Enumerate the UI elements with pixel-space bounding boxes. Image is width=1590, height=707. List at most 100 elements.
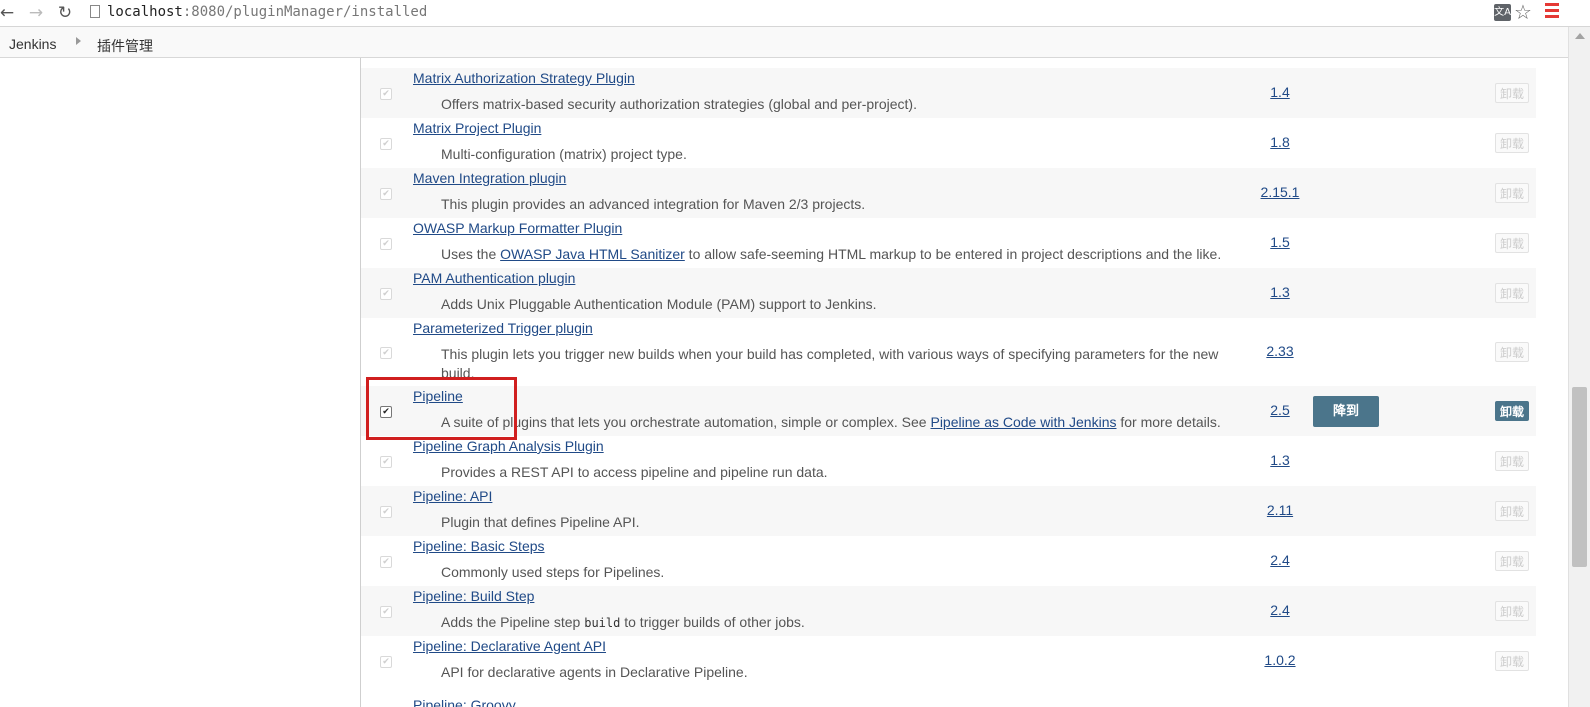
enable-checkbox[interactable]: ✔	[380, 347, 392, 359]
plugin-version-link[interactable]: 1.3	[1241, 284, 1319, 300]
address-bar[interactable]: localhost:8080/pluginManager/installed	[84, 2, 1484, 22]
description-text: Plugin that defines Pipeline API.	[441, 514, 640, 530]
description-code: build	[584, 616, 621, 630]
plugin-row: ✔ PAM Authentication plugin Adds Unix Pl…	[361, 268, 1536, 318]
uninstall-button[interactable]: 卸载	[1495, 83, 1529, 103]
plugin-version-link[interactable]: 1.0.2	[1241, 652, 1319, 668]
bookmark-star-icon[interactable]: ☆	[1514, 0, 1532, 24]
uninstall-button[interactable]: 卸载	[1495, 601, 1529, 621]
description-text-after: to allow safe-seeming HTML markup to be …	[684, 246, 1222, 262]
description-text: Provides a REST API to access pipeline a…	[441, 464, 828, 480]
uninstall-button[interactable]: 卸载	[1495, 342, 1529, 362]
plugin-description: A suite of plugins that lets you orchest…	[441, 413, 1271, 432]
installed-plugins-table: ✔ Matrix Authorization Strategy Plugin O…	[361, 68, 1536, 686]
uninstall-button[interactable]: 卸载	[1495, 401, 1529, 421]
plugin-version-link[interactable]: 2.4	[1241, 552, 1319, 568]
enable-checkbox[interactable]: ✔	[380, 138, 392, 150]
enable-checkbox[interactable]: ✔	[380, 188, 392, 200]
forward-icon[interactable]: →	[25, 2, 47, 24]
enable-checkbox[interactable]: ✔	[380, 88, 392, 100]
plugin-description: Commonly used steps for Pipelines.	[441, 563, 1231, 582]
breadcrumb-separator-icon[interactable]	[76, 37, 81, 45]
scrollbar-thumb[interactable]	[1572, 387, 1587, 567]
description-link[interactable]: Pipeline as Code with Jenkins	[930, 414, 1116, 430]
plugin-name-link[interactable]: Pipeline: Declarative Agent API	[413, 638, 606, 654]
enable-checkbox[interactable]: ✔	[380, 506, 392, 518]
uninstall-button[interactable]: 卸载	[1495, 551, 1529, 571]
plugin-name-link[interactable]: PAM Authentication plugin	[413, 270, 575, 286]
plugin-description: Offers matrix-based security authorizati…	[441, 95, 1231, 114]
uninstall-button[interactable]: 卸载	[1495, 651, 1529, 671]
plugin-description: Multi-configuration (matrix) project typ…	[441, 145, 1231, 164]
plugin-name-link[interactable]: Matrix Authorization Strategy Plugin	[413, 70, 635, 86]
browser-toolbar: ← → ↻ localhost:8080/pluginManager/insta…	[0, 0, 1590, 27]
uninstall-button[interactable]: 卸载	[1495, 501, 1529, 521]
description-text: Adds Unix Pluggable Authentication Modul…	[441, 296, 877, 312]
breadcrumb: Jenkins 插件管理	[0, 27, 1568, 58]
plugin-row: ✔ Matrix Authorization Strategy Plugin O…	[361, 68, 1536, 118]
back-icon[interactable]: ←	[0, 2, 18, 24]
plugin-name-link[interactable]: OWASP Markup Formatter Plugin	[413, 220, 622, 236]
downgrade-button[interactable]: 降到	[1313, 396, 1379, 427]
annotation-highlight-box	[366, 377, 517, 440]
plugin-row: ✔ Pipeline Graph Analysis Plugin Provide…	[361, 436, 1536, 486]
plugin-name-link[interactable]: Maven Integration plugin	[413, 170, 566, 186]
plugin-name-link[interactable]: Pipeline: Basic Steps	[413, 538, 545, 554]
enable-checkbox[interactable]: ✔	[380, 456, 392, 468]
plugin-version-link[interactable]: 2.11	[1241, 502, 1319, 518]
description-text: This plugin provides an advanced integra…	[441, 196, 866, 212]
plugin-row: ✔ Maven Integration plugin This plugin p…	[361, 168, 1536, 218]
description-text-after: for more details.	[1116, 414, 1221, 430]
description-link[interactable]: OWASP Java HTML Sanitizer	[500, 246, 685, 262]
uninstall-button[interactable]: 卸载	[1495, 133, 1529, 153]
breadcrumb-plugin-manager[interactable]: 插件管理	[97, 36, 153, 56]
uninstall-button[interactable]: 卸载	[1495, 233, 1529, 253]
description-text-after: to trigger builds of other jobs.	[620, 614, 805, 630]
enable-checkbox[interactable]: ✔	[380, 288, 392, 300]
plugin-version-link[interactable]: 1.5	[1241, 234, 1319, 250]
page-icon	[90, 5, 100, 18]
vertical-scrollbar[interactable]	[1568, 27, 1590, 707]
plugin-name-link-partial[interactable]: Pipeline: Groovy	[413, 692, 516, 707]
plugin-version-link[interactable]: 2.5	[1241, 402, 1319, 418]
reload-icon[interactable]: ↻	[54, 2, 76, 24]
enable-checkbox[interactable]: ✔	[380, 656, 392, 668]
description-text: This plugin lets you trigger new builds …	[441, 346, 1219, 381]
description-text: Adds the Pipeline step	[441, 614, 585, 630]
plugin-description: Plugin that defines Pipeline API.	[441, 513, 1231, 532]
plugin-row-pipeline: ✔ Pipeline A suite of plugins that lets …	[361, 386, 1536, 436]
plugin-description: Uses the OWASP Java HTML Sanitizer to al…	[441, 245, 1271, 264]
plugin-description: This plugin provides an advanced integra…	[441, 195, 1231, 214]
partial-previous-row	[361, 58, 1536, 67]
plugin-row: ✔ Pipeline: Build Step Adds the Pipeline…	[361, 586, 1536, 636]
url-path: :8080/pluginManager/installed	[182, 4, 428, 20]
plugin-version-link[interactable]: 1.3	[1241, 452, 1319, 468]
plugin-version-link[interactable]: 2.15.1	[1241, 184, 1319, 200]
enable-checkbox[interactable]: ✔	[380, 556, 392, 568]
plugin-version-link[interactable]: 2.4	[1241, 602, 1319, 618]
browser-menu-icon[interactable]	[1545, 3, 1559, 21]
plugin-version-link[interactable]: 1.4	[1241, 84, 1319, 100]
url-host: localhost	[107, 4, 183, 20]
breadcrumb-jenkins[interactable]: Jenkins	[9, 36, 56, 52]
uninstall-button[interactable]: 卸载	[1495, 283, 1529, 303]
plugin-version-link[interactable]: 2.33	[1241, 343, 1319, 359]
plugin-row: ✔ OWASP Markup Formatter Plugin Uses the…	[361, 218, 1536, 268]
scroll-up-arrow-icon[interactable]	[1575, 33, 1585, 39]
plugin-name-link[interactable]: Pipeline: Build Step	[413, 588, 534, 604]
plugin-name-link[interactable]: Matrix Project Plugin	[413, 120, 541, 136]
plugin-description: API for declarative agents in Declarativ…	[441, 663, 1231, 682]
translate-icon[interactable]: 文A	[1494, 4, 1511, 21]
enable-checkbox[interactable]: ✔	[380, 238, 392, 250]
plugin-version-link[interactable]: 1.8	[1241, 134, 1319, 150]
description-text: Commonly used steps for Pipelines.	[441, 564, 665, 580]
plugin-row: ✔ Matrix Project Plugin Multi-configurat…	[361, 118, 1536, 168]
plugin-name-link[interactable]: Pipeline Graph Analysis Plugin	[413, 438, 604, 454]
plugin-name-link[interactable]: Parameterized Trigger plugin	[413, 320, 593, 336]
uninstall-button[interactable]: 卸载	[1495, 183, 1529, 203]
enable-checkbox[interactable]: ✔	[380, 606, 392, 618]
plugin-name-link[interactable]: Pipeline: API	[413, 488, 492, 504]
uninstall-button[interactable]: 卸载	[1495, 451, 1529, 471]
plugin-row: ✔ Pipeline: Declarative Agent API API fo…	[361, 636, 1536, 686]
plugin-row: ✔ Pipeline: API Plugin that defines Pipe…	[361, 486, 1536, 536]
